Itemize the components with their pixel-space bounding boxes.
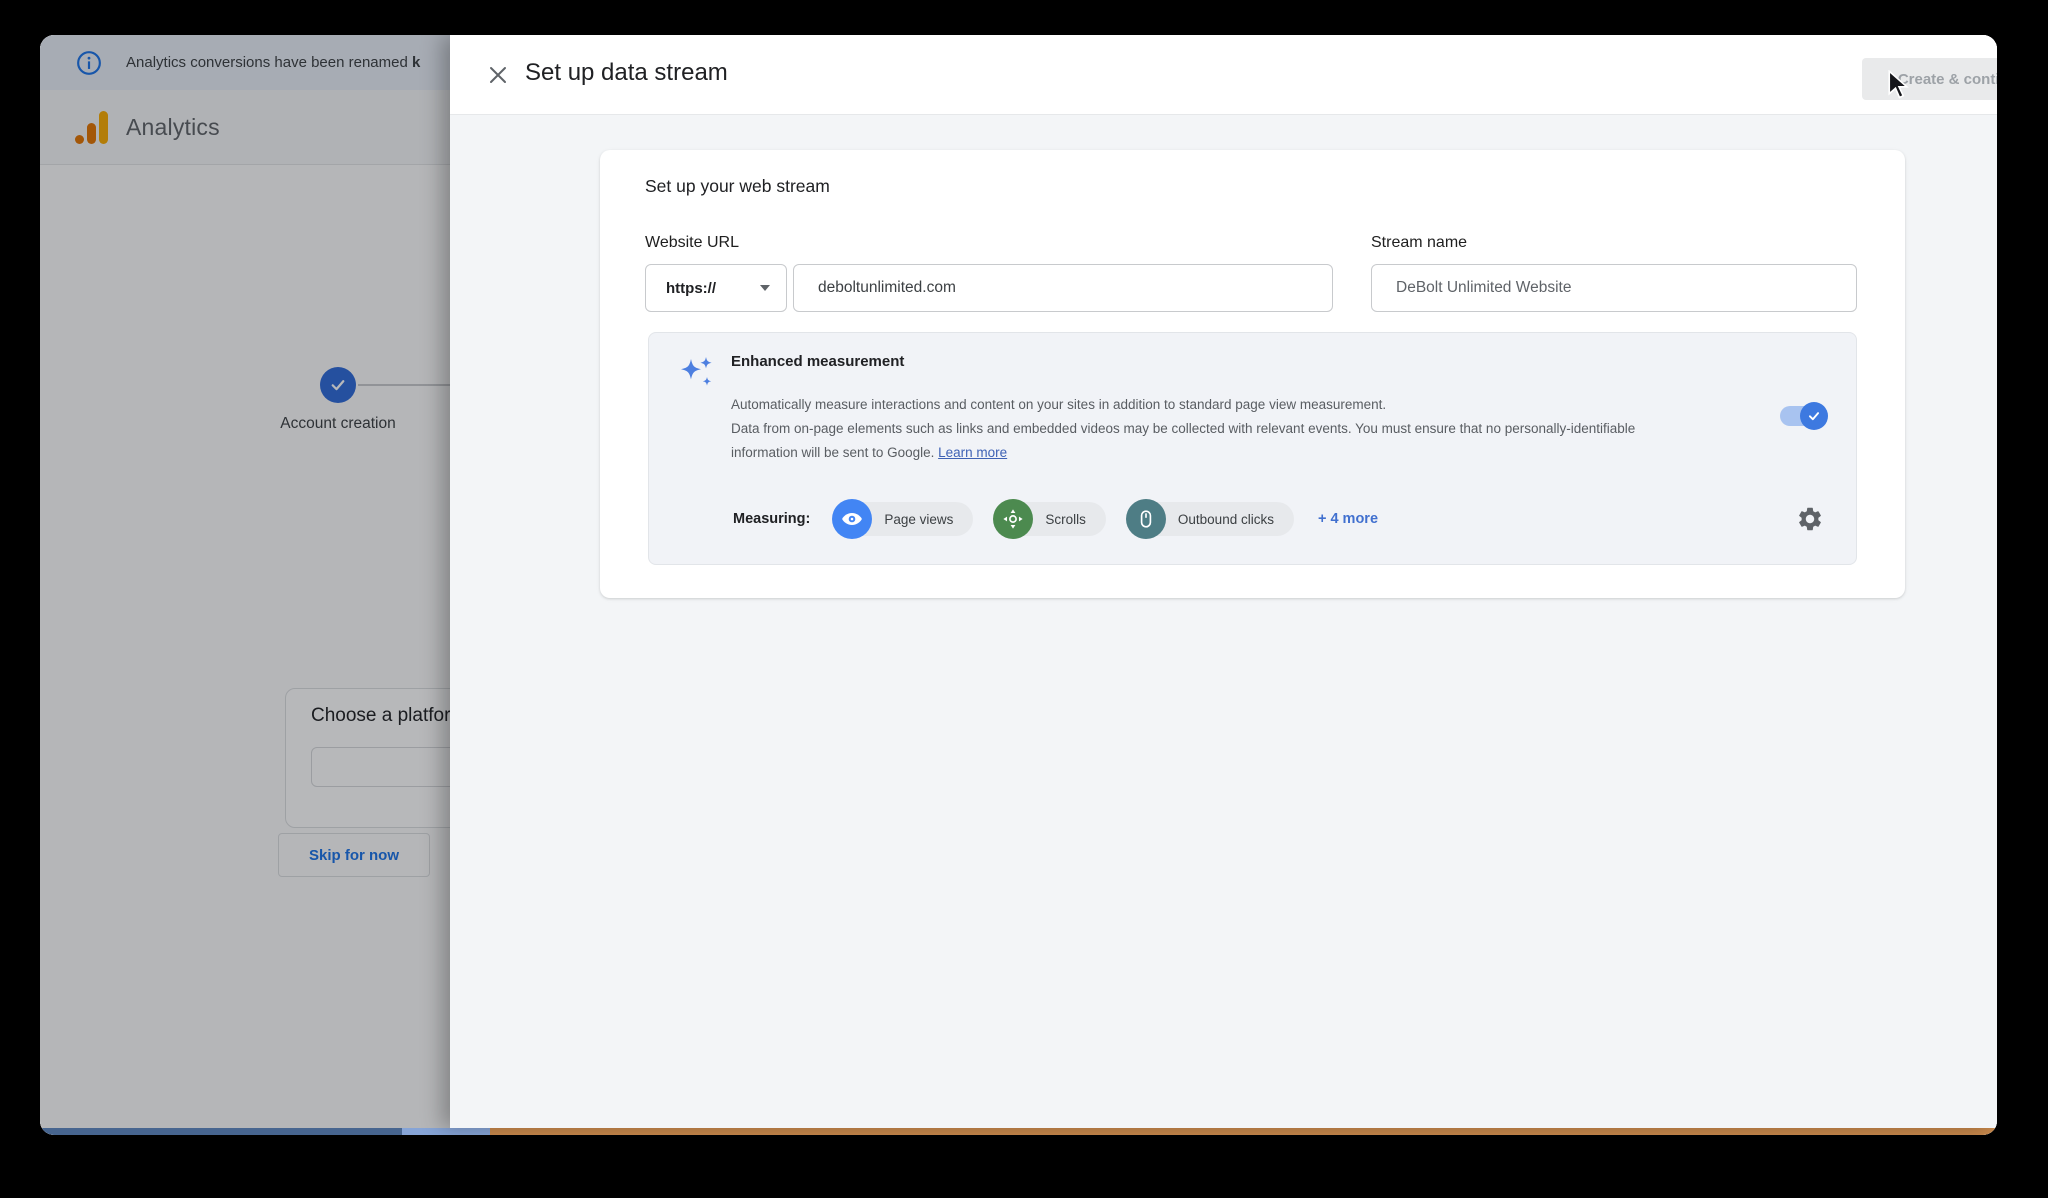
progress-segment xyxy=(40,1128,402,1135)
chevron-down-icon xyxy=(760,285,770,291)
stream-name-box xyxy=(1371,264,1857,312)
learn-more-link[interactable]: Learn more xyxy=(938,445,1007,460)
dialog-title: Set up data stream xyxy=(525,59,728,87)
chip-label: Outbound clicks xyxy=(1148,502,1294,536)
description-line-3-text: information will be sent to Google. xyxy=(731,445,934,460)
protocol-value: https:// xyxy=(666,280,716,297)
card-title: Set up your web stream xyxy=(645,176,830,197)
chip-label: Page views xyxy=(854,502,973,536)
measuring-label: Measuring: xyxy=(733,511,810,527)
description-line-3: information will be sent to Google. Lear… xyxy=(731,441,1761,465)
description-line-1: Automatically measure interactions and c… xyxy=(731,393,1761,417)
description-line-2: Data from on-page elements such as links… xyxy=(731,417,1761,441)
enhanced-measurement-section: Enhanced measurement Automatically measu… xyxy=(648,332,1857,565)
more-measurements-link[interactable]: + 4 more xyxy=(1318,511,1378,527)
toggle-thumb xyxy=(1800,402,1828,430)
gear-icon[interactable] xyxy=(1796,505,1824,533)
close-icon[interactable] xyxy=(486,63,510,87)
create-and-continue-button[interactable]: Create & continue xyxy=(1862,58,1997,100)
website-url-box xyxy=(793,264,1333,312)
enhanced-measurement-description: Automatically measure interactions and c… xyxy=(731,393,1761,465)
setup-data-stream-dialog: Set up data stream Create & continue Set… xyxy=(450,35,1997,1128)
enhanced-measurement-title: Enhanced measurement xyxy=(731,353,904,370)
sparkle-icon xyxy=(677,353,717,393)
stream-name-input[interactable] xyxy=(1372,265,1856,311)
enhanced-measurement-toggle[interactable] xyxy=(1780,406,1824,426)
protocol-select[interactable]: https:// xyxy=(645,264,787,312)
web-stream-card: Set up your web stream Website URL https… xyxy=(600,150,1905,598)
measure-chip-page-views: Page views xyxy=(832,499,973,539)
mouse-icon xyxy=(1126,499,1166,539)
measure-chip-scrolls: Scrolls xyxy=(993,499,1106,539)
check-icon xyxy=(1807,409,1821,423)
measuring-row: Measuring: Page views xyxy=(733,499,1766,539)
website-url-input[interactable] xyxy=(794,265,1332,311)
mouse-cursor xyxy=(1885,70,1911,100)
progress-segment xyxy=(490,1128,1997,1135)
dialog-header: Set up data stream Create & continue xyxy=(450,35,1997,115)
stream-name-label: Stream name xyxy=(1371,234,1467,252)
media-progress-bar[interactable] xyxy=(40,1128,1997,1135)
progress-segment xyxy=(402,1128,490,1135)
measure-chip-outbound-clicks: Outbound clicks xyxy=(1126,499,1294,539)
website-url-label: Website URL xyxy=(645,234,739,252)
app-window: Analytics conversions have been renamed … xyxy=(40,35,1997,1135)
